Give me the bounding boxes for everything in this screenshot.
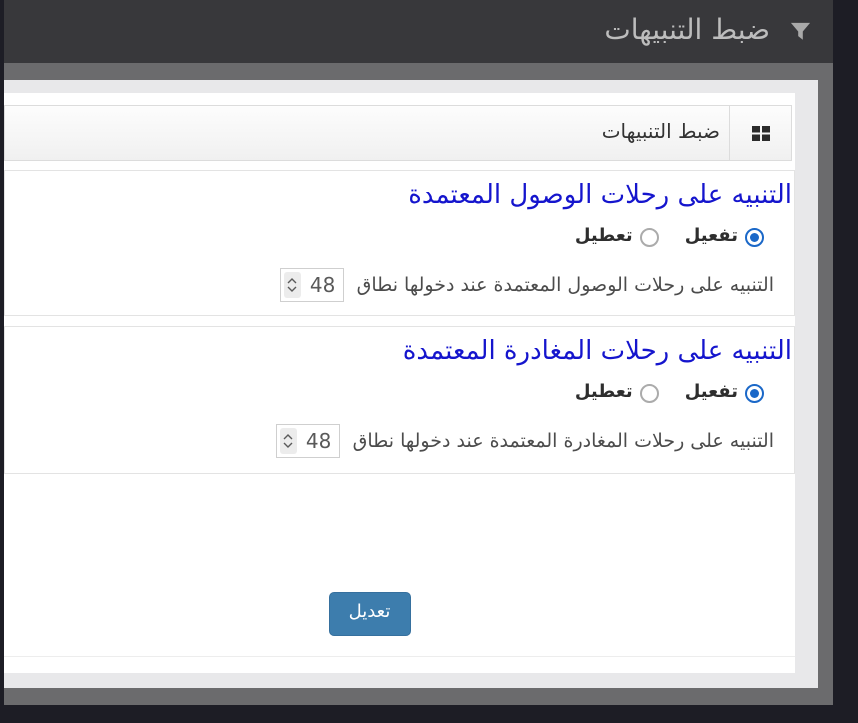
radio-checked-icon[interactable] [745,384,764,403]
disable-label: تعطيل [575,383,633,404]
departure-range-label: التنبيه على رحلات المغادرة المعتمدة عند … [353,430,774,453]
arrival-range-row: التنبيه على رحلات الوصول المعتمدة عند دخ… [5,268,792,302]
footer-divider [4,656,795,657]
arrival-range-label: التنبيه على رحلات الوصول المعتمدة عند دخ… [357,274,774,297]
departure-enable-option[interactable]: تفعيل [685,383,764,404]
spinner-down-icon[interactable] [283,442,293,448]
departure-range-row: التنبيه على رحلات المغادرة المعتمدة عند … [5,424,792,458]
arrival-alert-section: التنبيه على رحلات الوصول المعتمدة تفعيل … [4,170,795,316]
alerts-settings-modal: ضبط التنبيهات التنبيه على رحلات الوصول ا… [4,80,818,688]
submit-row: تعديل [4,592,795,636]
spinner-down-icon[interactable] [287,286,297,292]
radio-unchecked-icon[interactable] [640,228,659,247]
arrival-enable-option[interactable]: تفعيل [685,227,764,248]
departure-radio-group: تفعيل تعطيل [5,383,792,404]
arrival-disable-option[interactable]: تعطيل [575,227,659,248]
departure-section-heading: التنبيه على رحلات المغادرة المعتمدة [5,333,792,369]
edit-button[interactable]: تعديل [329,592,411,636]
grid-icon [752,126,770,141]
filter-funnel-icon[interactable] [789,20,812,43]
disable-label: تعطيل [575,227,633,248]
spinner-up-icon[interactable] [283,434,293,440]
departure-disable-option[interactable]: تعطيل [575,383,659,404]
top-navbar: ضبط التنبيهات [4,0,833,63]
app-window: ضبط التنبيهات ضبط التنبيهات التنبيه على … [4,0,833,705]
panel-title: ضبط التنبيهات [5,106,729,160]
arrival-range-input-box [280,268,344,302]
arrival-section-heading: التنبيه على رحلات الوصول المعتمدة [5,177,792,213]
spinner-up-icon[interactable] [287,278,297,284]
arrival-range-input[interactable] [303,273,343,297]
enable-label: تفعيل [685,383,738,404]
enable-label: تفعيل [685,227,738,248]
panel-header: ضبط التنبيهات [4,105,792,161]
departure-alert-section: التنبيه على رحلات المغادرة المعتمدة تفعي… [4,326,795,474]
radio-unchecked-icon[interactable] [640,384,659,403]
page-title: ضبط التنبيهات [604,16,770,48]
departure-range-input[interactable] [299,429,339,453]
spinner-buttons[interactable] [280,428,297,454]
grid-icon-button[interactable] [729,106,791,160]
departure-range-input-box [276,424,340,458]
arrival-radio-group: تفعيل تعطيل [5,227,792,248]
modal-content: ضبط التنبيهات التنبيه على رحلات الوصول ا… [4,93,795,673]
radio-checked-icon[interactable] [745,228,764,247]
spinner-buttons[interactable] [284,272,301,298]
